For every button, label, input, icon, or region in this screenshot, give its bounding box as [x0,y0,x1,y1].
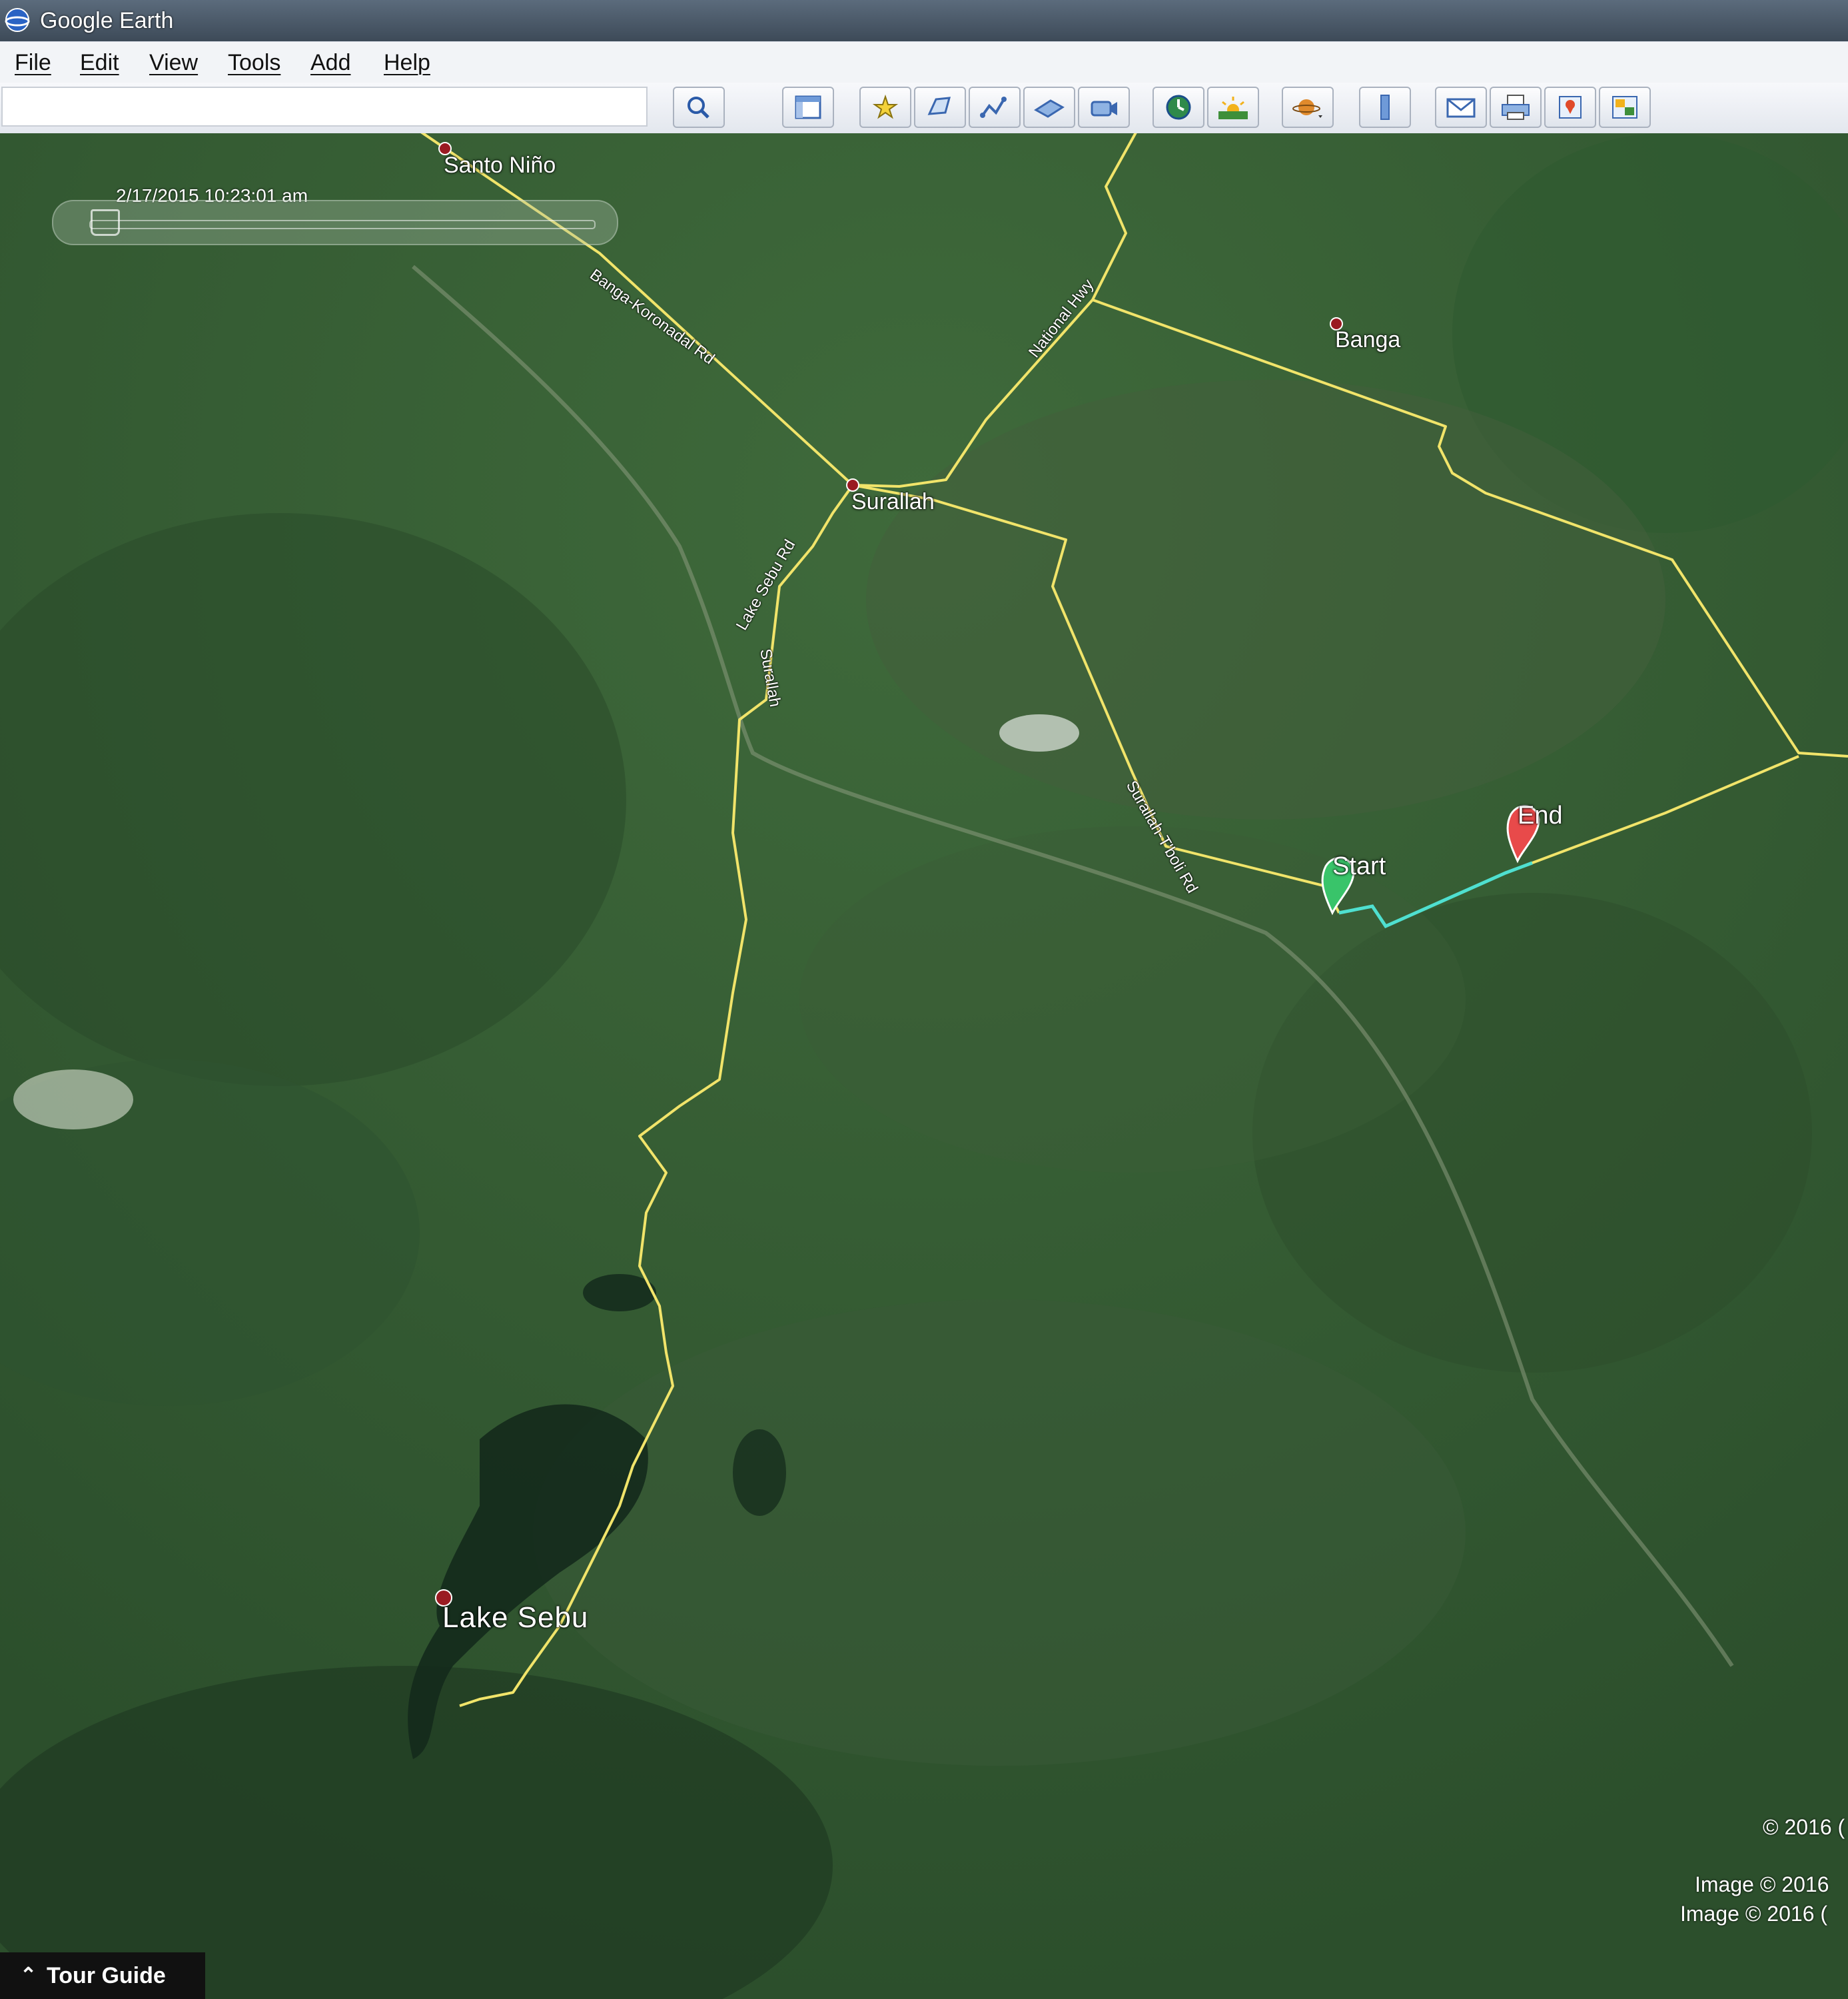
record-tour-button[interactable] [1078,87,1130,128]
tour-guide-tab[interactable]: ⌃ Tour Guide [0,1952,205,1999]
record-tour-icon [1091,101,1117,117]
print-icon [1502,95,1530,120]
view-in-google-maps-button[interactable] [1544,87,1596,128]
chevron-up-icon: ⌃ [20,1964,37,1986]
tour-guide-label: Tour Guide [47,1963,166,1988]
save-image-icon [1612,96,1637,119]
menu-view[interactable]: View [149,47,198,78]
time-slider-track [89,220,596,229]
historical-imagery-button[interactable] [1153,87,1204,128]
time-slider[interactable] [52,200,618,245]
google-earth-icon [5,8,30,32]
sidebar-icon [795,95,821,119]
satellite-imagery [0,133,1848,1999]
menu-file[interactable]: File [15,47,51,78]
title-bar: Google Earth [0,0,1848,41]
add-polygon-button[interactable] [914,87,966,128]
search-icon [688,97,709,119]
google-maps-icon [1559,96,1582,119]
historical-imagery-icon [1166,95,1191,120]
pin-label-start[interactable]: Start [1332,853,1386,880]
toolbar [0,83,1848,135]
add-placemark-button[interactable] [859,87,911,128]
window-title: Google Earth [40,8,174,33]
add-image-overlay-button[interactable] [1023,87,1075,128]
place-label-lake-sebu[interactable]: Lake Sebu [442,1601,588,1635]
planets-icon [1292,99,1322,118]
copyright-line-2: Image © 2016 [1695,1872,1829,1896]
copyright-line-1: © 2016 ( [1763,1815,1845,1839]
map-view[interactable]: 2/17/2015 10:23:01 am Santo Niño Banga S… [0,133,1848,1999]
place-label-santo-nino[interactable]: Santo Niño [444,152,556,179]
add-path-button[interactable] [969,87,1021,128]
sunlight-icon [1218,97,1248,119]
search-button[interactable] [673,87,725,128]
pin-label-end[interactable]: End [1518,802,1563,829]
time-slider-handle[interactable] [91,209,120,236]
menu-tools[interactable]: Tools [228,47,280,78]
menu-help[interactable]: Help [384,47,430,78]
place-label-banga[interactable]: Banga [1335,327,1400,353]
menu-edit[interactable]: Edit [80,47,119,78]
sidebar-button[interactable] [782,87,834,128]
copyright-line-3: Image © 2016 ( [1680,1902,1828,1926]
save-image-button[interactable] [1599,87,1651,128]
image-overlay-icon [1034,99,1065,118]
menu-add[interactable]: Add [310,47,351,78]
email-icon [1446,98,1476,118]
search-input[interactable] [1,87,648,127]
path-icon [980,97,1007,118]
sunlight-button[interactable] [1207,87,1259,128]
menu-bar: File Edit View Tools Add Help [0,41,1848,83]
ruler-button[interactable] [1359,87,1411,128]
place-label-surallah[interactable]: Surallah [851,488,935,515]
ruler-icon [1380,95,1390,120]
print-button[interactable] [1490,87,1542,128]
polygon-icon [927,97,951,115]
email-button[interactable] [1435,87,1487,128]
placemark-icon [872,94,899,119]
planets-button[interactable] [1282,87,1334,128]
